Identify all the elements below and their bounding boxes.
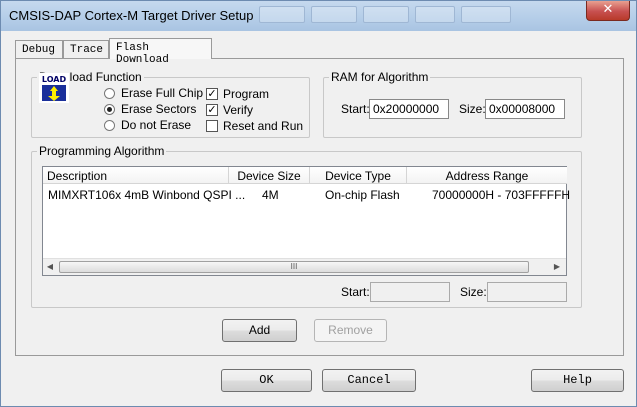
column-label: Address Range	[445, 169, 529, 183]
remove-button[interactable]: Remove	[314, 319, 387, 342]
scroll-thumb[interactable]: III	[59, 261, 529, 273]
algo-size-input[interactable]	[487, 282, 567, 302]
row-address-range: 70000000H - 703FFFFFH	[432, 188, 571, 202]
tab-label: Debug	[22, 44, 56, 56]
algorithm-list[interactable]: Description Device Size Device Type Addr…	[42, 166, 571, 276]
tab-flash-download[interactable]: Flash Download	[109, 38, 212, 66]
grip-icon: III	[290, 262, 298, 271]
button-label: Add	[248, 323, 271, 337]
row-device-type: On-chip Flash	[325, 188, 400, 202]
scroll-right-icon[interactable]: ▶	[552, 262, 562, 271]
column-label: Description	[47, 169, 108, 183]
title-bar[interactable]: CMSIS-DAP Cortex-M Target Driver Setup ✕	[1, 1, 636, 31]
add-button[interactable]: Add	[222, 319, 297, 342]
erase-sectors-label: Erase Sectors	[121, 102, 197, 116]
dialog-window: CMSIS-DAP Cortex-M Target Driver Setup ✕…	[0, 0, 637, 407]
row-device-size: 4M	[262, 188, 279, 202]
ram-start-label: Start:	[341, 102, 370, 116]
column-header-device-size[interactable]: Device Size	[229, 167, 310, 184]
verify-checkbox[interactable]: ✓	[206, 104, 218, 116]
horizontal-scrollbar[interactable]: ◀ III ▶	[43, 258, 566, 275]
algo-size-label: Size:	[460, 285, 487, 299]
tab-label: Trace	[70, 44, 104, 56]
tab-label: Flash Download	[116, 42, 169, 66]
button-label: Help	[563, 373, 592, 387]
algo-start-input[interactable]	[370, 282, 450, 302]
svg-text:LOAD: LOAD	[42, 75, 67, 84]
erase-full-chip-label: Erase Full Chip	[121, 86, 204, 100]
program-checkbox[interactable]: ✓	[206, 88, 218, 100]
background-toolbar-ghost	[363, 6, 409, 23]
ram-size-value: 0x00008000	[489, 102, 556, 116]
group-label: Programming Algorithm	[39, 144, 165, 158]
button-label: Cancel	[347, 373, 391, 387]
ok-button[interactable]: OK	[221, 369, 312, 392]
checkmark-icon: ✓	[207, 103, 217, 116]
algo-start-label: Start:	[341, 285, 370, 299]
erase-full-chip-radio[interactable]	[104, 88, 115, 99]
column-label: Device Type	[325, 169, 391, 183]
window-title: CMSIS-DAP Cortex-M Target Driver Setup	[9, 8, 254, 23]
help-button[interactable]: Help	[531, 369, 624, 392]
scroll-left-icon[interactable]: ◀	[45, 262, 55, 271]
do-not-erase-radio[interactable]	[104, 120, 115, 131]
tab-debug[interactable]: Debug	[15, 40, 63, 58]
column-header-description[interactable]: Description	[43, 167, 229, 184]
background-toolbar-ghost	[461, 6, 511, 23]
button-label: Remove	[328, 323, 373, 337]
group-label: RAM for Algorithm	[331, 70, 429, 84]
ram-start-input[interactable]: 0x20000000	[369, 99, 449, 119]
background-toolbar-ghost	[259, 6, 305, 23]
reset-and-run-checkbox[interactable]	[206, 120, 218, 132]
load-icon: LOAD	[38, 72, 70, 104]
flash-download-panel: Download Function LOAD Erase Full Chip E…	[15, 58, 624, 356]
erase-sectors-radio[interactable]	[104, 104, 115, 115]
cancel-button[interactable]: Cancel	[322, 369, 416, 392]
verify-label: Verify	[223, 103, 254, 117]
column-label: Device Size	[237, 169, 301, 183]
ram-start-value: 0x20000000	[373, 102, 440, 116]
button-label: OK	[259, 373, 274, 387]
row-description: MIMXRT106x 4mB Winbond QSPI ...	[48, 188, 246, 202]
checkmark-icon: ✓	[207, 87, 217, 100]
tab-trace[interactable]: Trace	[63, 40, 109, 58]
column-header-address-range[interactable]: Address Range	[407, 167, 567, 184]
background-toolbar-ghost	[311, 6, 357, 23]
do-not-erase-label: Do not Erase	[121, 118, 192, 132]
close-icon: ✕	[602, 2, 614, 17]
ram-size-label: Size:	[459, 102, 486, 116]
column-header-device-type[interactable]: Device Type	[310, 167, 407, 184]
reset-and-run-label: Reset and Run	[223, 119, 304, 133]
background-toolbar-ghost	[415, 6, 455, 23]
ram-size-input[interactable]: 0x00008000	[485, 99, 565, 119]
program-label: Program	[223, 87, 270, 101]
close-button[interactable]: ✕	[586, 1, 630, 21]
